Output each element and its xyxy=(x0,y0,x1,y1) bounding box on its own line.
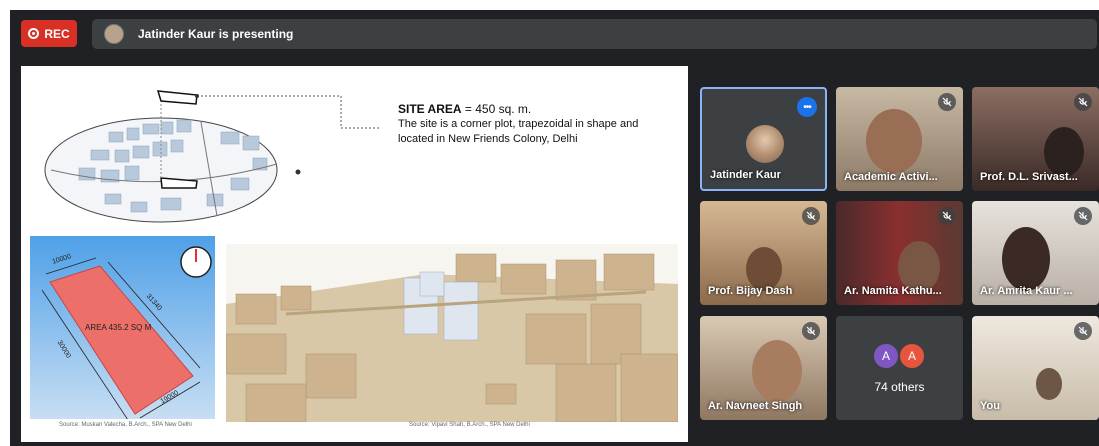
participant-name: Prof. Bijay Dash xyxy=(708,285,793,297)
participant-video xyxy=(1036,368,1062,400)
mic-off-icon xyxy=(1074,322,1092,340)
mic-off-icon xyxy=(938,93,956,111)
participant-name: Ar. Amrita Kaur ... xyxy=(980,285,1073,297)
massing-model-render xyxy=(226,244,678,422)
participant-video xyxy=(1044,127,1084,177)
presentation-slide: SITE AREA = 450 sq. m. The site is a cor… xyxy=(21,66,688,442)
site-context-map xyxy=(44,90,381,223)
mic-off-icon xyxy=(802,207,820,225)
participant-name: Jatinder Kaur xyxy=(710,169,781,181)
participant-name: Ar. Navneet Singh xyxy=(708,400,803,412)
other-avatar: A xyxy=(874,344,898,368)
site-area-heading: SITE AREA = 450 sq. m. xyxy=(398,102,532,116)
participant-tile-namita[interactable]: Ar. Namita Kathu... xyxy=(836,201,963,305)
participant-tile-srivastava[interactable]: Prof. D.L. Srivast... xyxy=(972,87,1099,191)
participant-tile-academic[interactable]: Academic Activi... xyxy=(836,87,963,191)
recording-indicator[interactable]: REC xyxy=(21,20,77,47)
site-description: The site is a corner plot, trapezoidal i… xyxy=(398,118,639,145)
site-plot-diagram: AREA 435.2 SQ M 10000 31340 30000 19000 xyxy=(30,236,215,419)
mic-off-icon xyxy=(1074,93,1092,111)
mic-off-icon xyxy=(802,322,820,340)
rec-label: REC xyxy=(44,26,70,41)
presenting-banner: Jatinder Kaur is presenting xyxy=(92,19,1097,49)
presenter-avatar xyxy=(104,24,124,44)
participant-name: You xyxy=(980,400,1000,412)
participant-video xyxy=(866,109,922,173)
source-credit-left: Source: Muskan Valecha, B.Arch., SPA New… xyxy=(59,422,192,428)
participant-avatar xyxy=(746,125,784,163)
others-tile[interactable]: A A 74 others xyxy=(836,316,963,420)
participant-name: Academic Activi... xyxy=(844,171,938,183)
participant-name: Prof. D.L. Srivast... xyxy=(980,171,1078,183)
mic-off-icon xyxy=(938,207,956,225)
other-avatar: A xyxy=(900,344,924,368)
meeting-screen: REC Jatinder Kaur is presenting SITE ARE… xyxy=(10,10,1099,446)
participant-tile-bijay-dash[interactable]: Prof. Bijay Dash xyxy=(700,201,827,305)
participant-tile-amrita[interactable]: Ar. Amrita Kaur ... xyxy=(972,201,1099,305)
participant-video xyxy=(752,340,802,402)
source-credit-right: Source: Vipavi Shah, B.Arch., SPA New De… xyxy=(409,422,530,428)
mic-off-icon xyxy=(1074,207,1092,225)
others-count: 74 others xyxy=(874,380,925,394)
more-options-icon[interactable]: ••• xyxy=(797,97,817,117)
participant-video xyxy=(1002,227,1050,291)
participant-tile-jatinder-kaur[interactable]: ••• Jatinder Kaur xyxy=(700,87,827,191)
participant-tile-you[interactable]: You xyxy=(972,316,1099,420)
plot-area-label: AREA 435.2 SQ M xyxy=(85,323,152,332)
record-icon xyxy=(28,28,40,39)
presenting-text: Jatinder Kaur is presenting xyxy=(138,27,294,41)
others-avatar-stack: A A xyxy=(874,344,924,368)
participant-tile-navneet[interactable]: Ar. Navneet Singh xyxy=(700,316,827,420)
participant-name: Ar. Namita Kathu... xyxy=(844,285,942,297)
